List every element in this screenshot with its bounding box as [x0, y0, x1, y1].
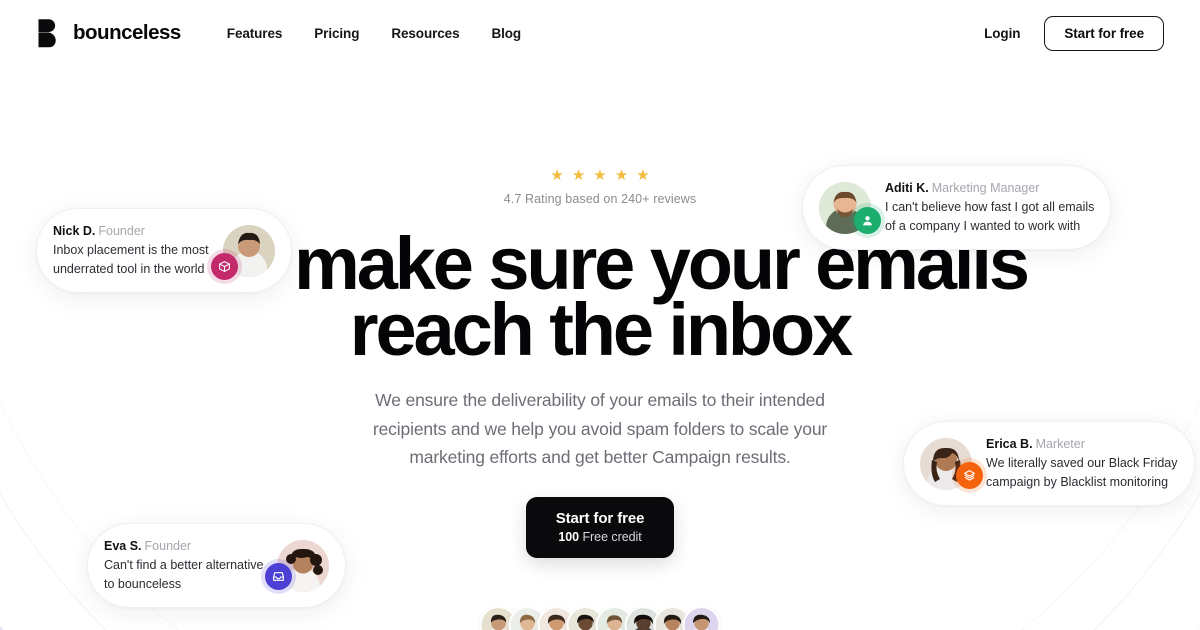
cta-credit-amount: 100: [558, 530, 580, 545]
inbox-tray-icon: [265, 562, 293, 590]
star-icon-1: ★: [550, 167, 564, 184]
hero-start-for-free-button[interactable]: Start for free 100 Free credit: [525, 497, 675, 559]
cta-primary-label: Start for free: [555, 510, 645, 528]
primary-nav: Features Pricing Resources Blog: [227, 26, 521, 41]
testimonial-author: Erica B. Marketer: [986, 436, 1178, 453]
customer-avatar-8: [682, 606, 721, 630]
package-box-glyph: [218, 260, 230, 272]
brand-logo[interactable]: bounceless: [36, 18, 181, 48]
testimonial-quote-line-1: I can't believe how fast I got all email…: [885, 199, 1095, 214]
testimonial-card-aditi[interactable]: Aditi K. Marketing Manager I can't believ…: [802, 165, 1112, 251]
testimonial-quote-line-2: to bounceless: [104, 577, 182, 592]
testimonial-name: Erica B.: [986, 437, 1033, 451]
testimonial-card-nick[interactable]: Nick D. Founder Inbox placement is the mo…: [36, 208, 292, 294]
bounceless-b-logo-icon: [38, 19, 56, 48]
testimonial-name: Aditi K.: [885, 181, 929, 195]
nav-item-pricing[interactable]: Pricing: [314, 26, 359, 41]
testimonial-card-eva[interactable]: Eva S. Founder Can't find a better altern…: [87, 523, 347, 609]
cta-credit-label: 100 Free credit: [556, 530, 645, 544]
testimonial-role: Founder: [144, 539, 192, 553]
layers-stack-glyph: [964, 469, 975, 481]
rating-text: 4.7 Rating based on 240+ reviews: [503, 192, 697, 206]
hero-subheading: We ensure the deliverability of your ema…: [372, 390, 828, 468]
testimonial-role: Marketer: [1035, 437, 1085, 451]
testimonial-body: Eva S. Founder Can't find a better altern…: [104, 538, 263, 593]
rating-stars: ★ ★ ★ ★ ★: [550, 168, 649, 183]
star-icon-4: ★: [614, 167, 629, 184]
login-link[interactable]: Login: [984, 26, 1020, 41]
testimonial-card-erica[interactable]: Erica B. Marketer We literally saved our …: [903, 421, 1195, 507]
customer-avatar-row: [479, 606, 721, 630]
testimonial-role: Marketing Manager: [931, 181, 1040, 195]
nav-item-resources[interactable]: Resources: [391, 26, 459, 41]
testimonial-quote-line-2: of a company I wanted to work with: [885, 219, 1081, 234]
layers-stack-icon: [956, 461, 983, 489]
cta-credit-text: Free credit: [582, 530, 642, 545]
star-icon-2: ★: [571, 167, 586, 184]
header-start-for-free-button[interactable]: Start for free: [1044, 15, 1164, 51]
testimonial-avatar-wrap: [210, 224, 275, 280]
site-header: bounceless Features Pricing Resources Bl…: [0, 0, 1200, 66]
testimonial-quote-line-2: underrated tool in the world: [53, 262, 205, 277]
testimonial-author: Aditi K. Marketing Manager: [885, 180, 1094, 197]
testimonial-body: Nick D. Founder Inbox placement is the mo…: [53, 223, 209, 278]
testimonial-author: Eva S. Founder: [104, 538, 263, 555]
nav-item-blog[interactable]: Blog: [491, 26, 521, 41]
person-icon: [854, 206, 881, 234]
star-icon-3: ★: [593, 167, 607, 184]
header-actions: Login Start for free: [984, 15, 1164, 51]
testimonial-body: Erica B. Marketer We literally saved our …: [986, 436, 1178, 491]
testimonial-quote-line-1: Inbox placement is the most: [53, 242, 209, 257]
person-glyph: [863, 215, 872, 226]
star-icon-5: ★: [636, 167, 650, 184]
testimonial-avatar-wrap: [819, 181, 881, 234]
testimonial-avatar-wrap: [265, 539, 330, 592]
testimonial-name: Eva S.: [104, 539, 142, 553]
testimonial-quote-line-2: campaign by Blacklist monitoring: [986, 475, 1169, 490]
testimonial-quote-line-1: We literally saved our Black Friday: [986, 455, 1178, 470]
package-box-icon: [210, 252, 238, 280]
testimonial-name: Nick D.: [53, 224, 96, 238]
inbox-tray-glyph: [273, 571, 285, 581]
testimonial-author: Nick D. Founder: [53, 223, 209, 240]
testimonial-role: Founder: [98, 224, 145, 238]
testimonial-avatar-wrap: [920, 437, 983, 490]
testimonial-body: Aditi K. Marketing Manager I can't believ…: [885, 180, 1094, 235]
nav-item-features[interactable]: Features: [227, 26, 283, 41]
brand-name: bounceless: [73, 21, 181, 44]
testimonial-quote-line-1: Can't find a better alternative: [104, 557, 264, 572]
